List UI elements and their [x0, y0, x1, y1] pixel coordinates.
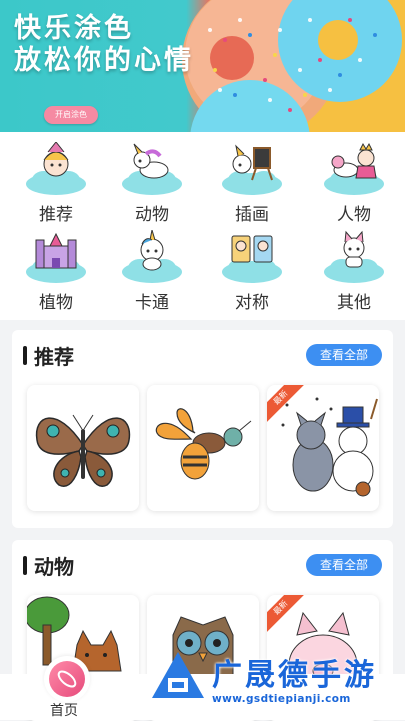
section-title-marker — [23, 346, 27, 365]
category-label: 其他 — [337, 293, 371, 313]
category-label: 插画 — [235, 205, 269, 225]
category-label: 动物 — [135, 205, 169, 225]
section-title-marker — [23, 556, 27, 575]
unicorn-icon — [122, 143, 182, 195]
watermark-url: www.gsdtiepianji.com — [212, 693, 351, 705]
category-label: 对称 — [235, 293, 269, 313]
bee-illustration — [155, 408, 252, 480]
banner-title-line2: 放松你的心情 — [14, 45, 194, 76]
cartoon-unicorn-icon — [122, 230, 182, 283]
watermark-logo — [152, 652, 204, 698]
category-label: 植物 — [39, 293, 73, 313]
home-icon — [49, 661, 85, 697]
start-coloring-button[interactable]: 开启涂色 — [44, 106, 98, 124]
category-cartoon[interactable]: 卡通 — [112, 230, 192, 316]
home-tab-label[interactable]: 首页 — [50, 700, 78, 720]
butterfly-illustration — [35, 414, 131, 487]
category-symmetry[interactable]: 对称 — [212, 230, 292, 316]
castle-icon — [26, 232, 86, 283]
category-label: 人物 — [337, 205, 371, 225]
promo-banner[interactable]: 快乐涂色 放松你的心情 开启涂色 — [0, 0, 405, 132]
section-title: 动物 — [34, 555, 74, 579]
section-title: 推荐 — [34, 345, 74, 369]
category-people[interactable]: 人物 — [314, 142, 394, 228]
category-other[interactable]: 其他 — [314, 230, 394, 316]
section-recommended: 推荐 查看全部 最新 — [12, 330, 393, 528]
category-animals[interactable]: 动物 — [112, 142, 192, 228]
coloring-thumb-butterfly[interactable] — [27, 385, 139, 511]
category-illustration[interactable]: 插画 — [212, 142, 292, 228]
category-grid: 推荐 动物 插画 人物 植物 卡通 对称 其他 — [0, 132, 405, 320]
home-tab-button[interactable] — [44, 656, 90, 702]
cards-icon — [222, 235, 282, 283]
watermark-text: 广晟德手游 — [212, 658, 377, 693]
view-all-button[interactable]: 查看全部 — [306, 554, 382, 576]
category-recommended[interactable]: 推荐 — [16, 142, 96, 228]
cat-icon — [324, 230, 384, 283]
easel-icon — [222, 144, 282, 195]
coloring-thumb-tom-and-jerry[interactable]: 最新 — [267, 385, 379, 511]
category-label: 推荐 — [39, 205, 73, 225]
category-plants[interactable]: 植物 — [16, 230, 96, 316]
unicorn-girl-icon — [26, 142, 86, 195]
category-label: 卡通 — [135, 293, 169, 313]
princess-icon — [324, 142, 384, 195]
view-all-button[interactable]: 查看全部 — [306, 344, 382, 366]
coloring-thumb-bee[interactable] — [147, 385, 259, 511]
